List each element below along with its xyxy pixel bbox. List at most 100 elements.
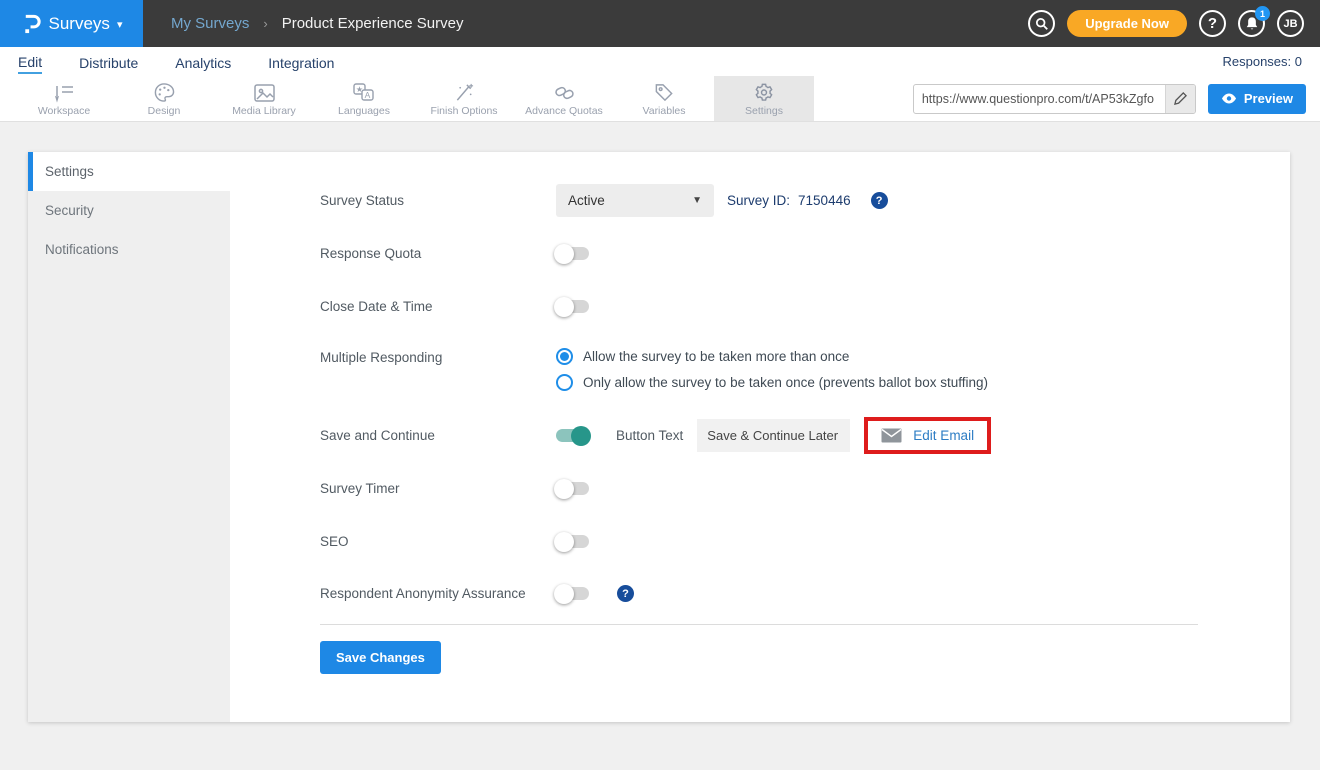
multiple-responding-row: Multiple Responding Allow the survey to …	[320, 348, 1290, 391]
toolbar-item-variables[interactable]: Variables	[614, 76, 714, 121]
toolbar-item-finish-options[interactable]: Finish Options	[414, 76, 514, 121]
sidebar-item-notifications[interactable]: Notifications	[28, 230, 230, 269]
toolbar-item-design[interactable]: Design	[114, 76, 214, 121]
settings-card: Settings Security Notifications Survey S…	[28, 152, 1290, 722]
tab-analytics[interactable]: Analytics	[175, 51, 231, 73]
close-date-toggle[interactable]	[556, 300, 589, 313]
search-button[interactable]	[1028, 10, 1055, 37]
highlight-box: Edit Email	[864, 417, 991, 454]
toolbar-item-label: Media Library	[232, 105, 296, 117]
edit-email-label: Edit Email	[913, 428, 974, 443]
save-and-continue-toggle[interactable]	[556, 429, 589, 442]
edit-url-button[interactable]	[1165, 85, 1195, 113]
button-text-input[interactable]	[697, 419, 850, 452]
toolbar-item-label: Workspace	[38, 105, 90, 117]
help-icon: ?	[1208, 15, 1217, 32]
anonymity-row: Respondent Anonymity Assurance ?	[320, 585, 1290, 602]
radio-option-label: Allow the survey to be taken more than o…	[583, 349, 849, 364]
survey-id-help-icon[interactable]: ?	[871, 192, 888, 209]
breadcrumb: My Surveys › Product Experience Survey U…	[143, 0, 1320, 47]
svg-text:A: A	[365, 89, 371, 99]
toolbar-item-media-library[interactable]: Media Library	[214, 76, 314, 121]
save-changes-button[interactable]: Save Changes	[320, 641, 441, 674]
translate-icon: ★A	[352, 81, 376, 103]
radio-option-multiple[interactable]: Allow the survey to be taken more than o…	[556, 348, 988, 365]
survey-nav: Edit Distribute Analytics Integration Re…	[0, 47, 1320, 76]
topbar: Surveys ▾ My Surveys › Product Experienc…	[0, 0, 1320, 47]
multiple-responding-options: Allow the survey to be taken more than o…	[556, 348, 988, 391]
topbar-actions: Upgrade Now ? 1 JB	[1028, 10, 1320, 37]
toolbar-item-settings[interactable]: Settings	[714, 76, 814, 121]
sidebar-item-settings[interactable]: Settings	[28, 152, 230, 191]
palette-icon	[153, 81, 175, 103]
close-date-label: Close Date & Time	[320, 299, 556, 314]
settings-sidebar: Settings Security Notifications	[28, 152, 230, 722]
seo-toggle[interactable]	[556, 535, 589, 548]
survey-id-value: 7150446	[798, 193, 851, 208]
questionpro-logo-icon	[21, 12, 42, 36]
image-icon	[253, 81, 276, 103]
upgrade-now-button[interactable]: Upgrade Now	[1067, 10, 1187, 37]
chevron-down-icon: ▼	[692, 195, 702, 206]
survey-id: Survey ID: 7150446 ?	[727, 192, 888, 209]
wand-icon	[453, 81, 475, 103]
avatar[interactable]: JB	[1277, 10, 1304, 37]
edit-toolbar: Workspace Design Media Library ★A Langua…	[0, 76, 1320, 122]
seo-label: SEO	[320, 534, 556, 549]
pencil-list-icon	[52, 81, 76, 103]
close-date-row: Close Date & Time	[320, 299, 1290, 314]
survey-timer-label: Survey Timer	[320, 481, 556, 496]
tag-icon	[653, 81, 675, 103]
sidebar-item-security[interactable]: Security	[28, 191, 230, 230]
toolbar-item-languages[interactable]: ★A Languages	[314, 76, 414, 121]
product-switcher[interactable]: Surveys ▾	[0, 0, 143, 47]
multiple-responding-label: Multiple Responding	[320, 350, 556, 365]
preview-button[interactable]: Preview	[1208, 84, 1306, 114]
toolbar-item-label: Design	[148, 105, 181, 117]
notification-count-badge: 1	[1255, 6, 1270, 21]
radio-unselected-icon	[556, 374, 573, 391]
toolbar-item-label: Languages	[338, 105, 390, 117]
tab-edit[interactable]: Edit	[18, 50, 42, 74]
chevron-down-icon: ▾	[117, 18, 123, 31]
survey-timer-row: Survey Timer	[320, 481, 1290, 496]
toolbar-item-label: Advance Quotas	[525, 105, 603, 117]
anonymity-label: Respondent Anonymity Assurance	[320, 586, 556, 601]
eye-icon	[1221, 93, 1237, 104]
breadcrumb-separator-icon: ›	[263, 16, 267, 31]
responses-count: Responses: 0	[1223, 54, 1303, 69]
page-title: Product Experience Survey	[282, 15, 464, 32]
survey-url-input[interactable]	[914, 92, 1165, 106]
response-quota-toggle[interactable]	[556, 247, 589, 260]
anonymity-toggle[interactable]	[556, 587, 589, 600]
toolbar-item-workspace[interactable]: Workspace	[14, 76, 114, 121]
survey-status-row: Survey Status Active ▼ Survey ID: 715044…	[320, 184, 1290, 217]
edit-email-button[interactable]: Edit Email	[868, 421, 987, 450]
save-and-continue-label: Save and Continue	[320, 428, 556, 443]
toolbar-item-advance-quotas[interactable]: Advance Quotas	[514, 76, 614, 121]
radio-option-label: Only allow the survey to be taken once (…	[583, 375, 988, 390]
survey-url-box	[913, 84, 1196, 114]
radio-option-once[interactable]: Only allow the survey to be taken once (…	[556, 374, 988, 391]
pencil-icon	[1174, 92, 1187, 105]
save-and-continue-row: Save and Continue Button Text Edit Email	[320, 417, 1290, 454]
seo-row: SEO	[320, 534, 1290, 549]
radio-selected-icon	[556, 348, 573, 365]
response-quota-label: Response Quota	[320, 246, 556, 261]
tab-distribute[interactable]: Distribute	[79, 51, 138, 73]
survey-status-select[interactable]: Active ▼	[556, 184, 714, 217]
survey-status-value: Active	[568, 193, 605, 208]
survey-id-label: Survey ID:	[727, 193, 790, 208]
search-icon	[1035, 17, 1049, 31]
anonymity-help-icon[interactable]: ?	[617, 585, 634, 602]
help-button[interactable]: ?	[1199, 10, 1226, 37]
response-quota-row: Response Quota	[320, 246, 1290, 261]
toolbar-item-label: Variables	[643, 105, 686, 117]
tab-integration[interactable]: Integration	[268, 51, 334, 73]
toolbar-item-label: Finish Options	[430, 105, 497, 117]
chain-links-icon	[553, 81, 576, 103]
notifications-button[interactable]: 1	[1238, 10, 1265, 37]
divider	[320, 624, 1198, 625]
breadcrumb-parent-link[interactable]: My Surveys	[171, 15, 249, 32]
survey-timer-toggle[interactable]	[556, 482, 589, 495]
